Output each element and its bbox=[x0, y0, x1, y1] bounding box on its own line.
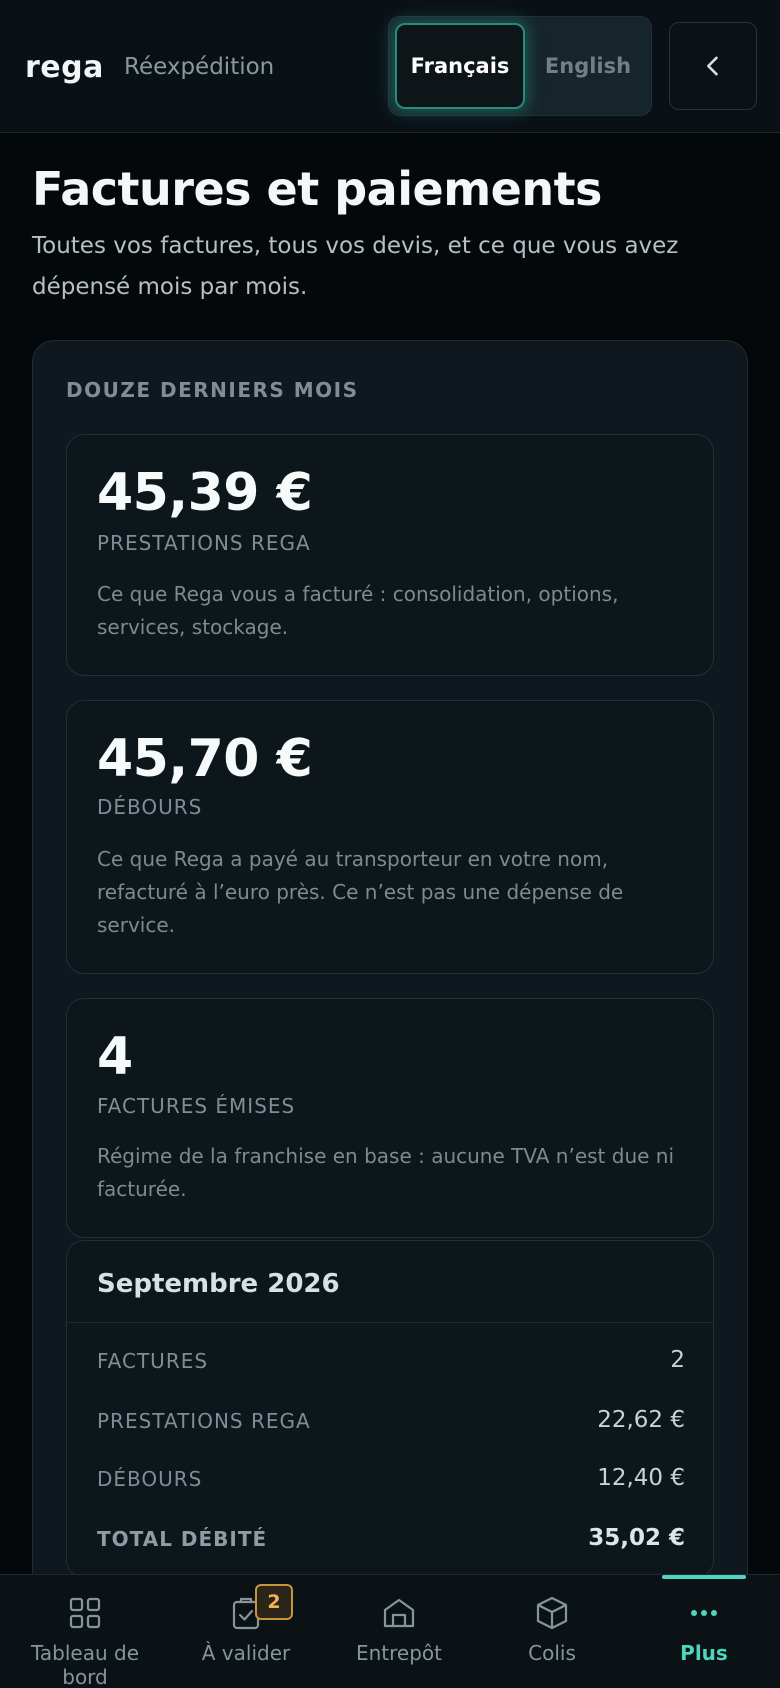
nav-label: Entrepôt bbox=[355, 1641, 442, 1665]
warehouse-icon bbox=[383, 1598, 415, 1628]
more-dots-icon bbox=[691, 1610, 717, 1616]
nav-item-dashboard[interactable]: Tableau de bord bbox=[7, 1575, 163, 1688]
stat-label: FACTURES ÉMISES bbox=[97, 1094, 296, 1118]
back-button[interactable] bbox=[669, 22, 757, 110]
page-title: Factures et paiements bbox=[32, 162, 602, 216]
pending-count-badge: 2 bbox=[255, 1584, 293, 1620]
month-summary-card[interactable]: Septembre 2026 FACTURES 2 PRESTATIONS RE… bbox=[66, 1240, 714, 1578]
chevron-left-icon bbox=[707, 56, 718, 76]
stat-description: Régime de la franchise en base : aucune … bbox=[97, 1144, 675, 1201]
nav-label: Colis bbox=[528, 1641, 576, 1665]
month-row-debours: DÉBOURS 12,40 € bbox=[97, 1461, 685, 1501]
language-switcher: Français English bbox=[388, 16, 652, 116]
month-row-prestations: PRESTATIONS REGA 22,62 € bbox=[97, 1403, 685, 1443]
nav-item-to-validate[interactable]: À valider bbox=[168, 1575, 324, 1688]
nav-label: Plus bbox=[680, 1641, 728, 1665]
nav-label: Tableau de bord bbox=[30, 1641, 139, 1688]
month-row-total: TOTAL DÉBITÉ 35,02 € bbox=[97, 1521, 685, 1561]
top-header: rega Réexpédition Français English bbox=[0, 0, 780, 133]
stat-value: 45,39 € bbox=[97, 463, 313, 523]
row-label: DÉBOURS bbox=[97, 1467, 203, 1491]
row-label: TOTAL DÉBITÉ bbox=[97, 1527, 268, 1551]
stat-value: 4 bbox=[97, 1027, 133, 1087]
row-label: FACTURES bbox=[97, 1349, 209, 1373]
stat-card-factures: 4 FACTURES ÉMISES Régime de la franchise… bbox=[66, 998, 714, 1238]
month-row-factures: FACTURES 2 bbox=[97, 1343, 685, 1383]
language-button-fr[interactable]: Français bbox=[395, 23, 525, 109]
language-button-en[interactable]: English bbox=[529, 23, 647, 109]
package-icon bbox=[536, 1596, 568, 1630]
brand-logo[interactable]: rega bbox=[25, 50, 104, 85]
stat-value: 45,70 € bbox=[97, 729, 313, 789]
month-title: Septembre 2026 bbox=[97, 1269, 340, 1299]
bottom-navigation: Tableau de bord À valider Entrepôt Colis… bbox=[0, 1574, 780, 1688]
divider bbox=[67, 1322, 713, 1323]
row-value: 12,40 € bbox=[597, 1465, 685, 1491]
stat-card-prestations: 45,39 € PRESTATIONS REGA Ce que Rega vou… bbox=[66, 434, 714, 676]
grid-icon bbox=[69, 1597, 101, 1629]
row-label: PRESTATIONS REGA bbox=[97, 1409, 311, 1433]
row-value: 35,02 € bbox=[588, 1525, 685, 1551]
nav-label: À valider bbox=[201, 1641, 291, 1665]
brand-subtitle: Réexpédition bbox=[124, 54, 275, 80]
row-value: 2 bbox=[670, 1347, 685, 1373]
stat-label: DÉBOURS bbox=[97, 795, 203, 819]
nav-item-more[interactable]: Plus bbox=[626, 1575, 780, 1688]
nav-item-parcels[interactable]: Colis bbox=[474, 1575, 630, 1688]
stat-description: Ce que Rega a payé au transporteur en vo… bbox=[97, 847, 624, 937]
page-description: Toutes vos factures, tous vos devis, et … bbox=[32, 233, 679, 300]
nav-item-warehouse[interactable]: Entrepôt bbox=[321, 1575, 477, 1688]
row-value: 22,62 € bbox=[597, 1407, 685, 1433]
stat-label: PRESTATIONS REGA bbox=[97, 531, 311, 555]
stat-card-debours: 45,70 € DÉBOURS Ce que Rega a payé au tr… bbox=[66, 700, 714, 974]
section-label: DOUZE DERNIERS MOIS bbox=[66, 378, 359, 402]
stat-description: Ce que Rega vous a facturé : consolidati… bbox=[97, 582, 619, 639]
